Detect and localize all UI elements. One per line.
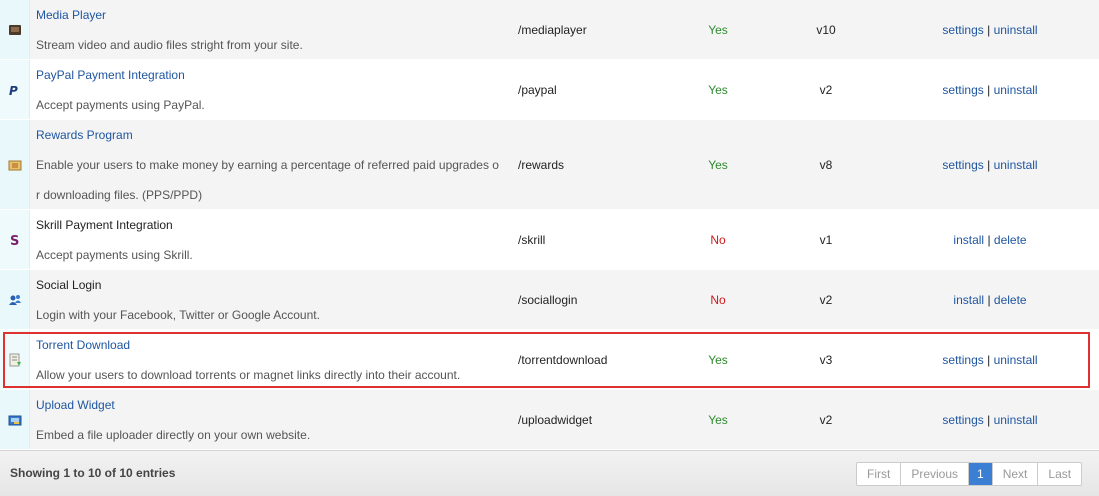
plugin-version: v2 [819, 293, 833, 307]
table-row: Rewards Program Enable your users to mak… [0, 120, 1099, 210]
pagination-last-button[interactable]: Last [1038, 463, 1081, 485]
plugin-active-status: Yes [708, 353, 728, 367]
plugin-actions: install | delete [900, 293, 1080, 307]
install-link[interactable]: install [953, 233, 984, 247]
delete-link[interactable]: delete [994, 233, 1027, 247]
table-row: Upload Widget Embed a file uploader dire… [0, 390, 1099, 450]
plugin-actions: settings | uninstall [900, 23, 1080, 37]
plugin-actions: settings | uninstall [900, 83, 1080, 97]
entries-info: Showing 1 to 10 of 10 entries [10, 466, 176, 480]
skrill-icon: S [10, 234, 19, 247]
plugin-description: Embed a file uploader directly on your o… [36, 428, 311, 442]
plugin-path: /skrill [518, 233, 546, 247]
plugin-path: /paypal [518, 83, 557, 97]
plugin-version: v2 [819, 83, 833, 97]
uninstall-link[interactable]: uninstall [994, 158, 1038, 172]
plugin-name: Social Login [36, 278, 102, 292]
svg-text:S: S [10, 234, 19, 247]
plugin-description: Stream video and audio files stright fro… [36, 38, 303, 52]
install-link[interactable]: install [953, 293, 984, 307]
uninstall-link[interactable]: uninstall [994, 353, 1038, 367]
row-icon-cell: S [0, 210, 30, 269]
settings-link[interactable]: settings [942, 23, 983, 37]
plugin-path: /torrentdownload [518, 353, 608, 367]
plugin-path: /uploadwidget [518, 413, 593, 427]
row-icon-cell [0, 390, 30, 449]
settings-link[interactable]: settings [942, 413, 983, 427]
plugin-actions: settings | uninstall [900, 413, 1080, 427]
plugin-active-status: Yes [708, 83, 728, 97]
row-icon-cell [0, 270, 30, 329]
uninstall-link[interactable]: uninstall [994, 413, 1038, 427]
plugin-description: Enable your users to make money by earni… [36, 158, 499, 172]
plugin-description: Login with your Facebook, Twitter or Goo… [36, 308, 320, 322]
plugin-name-link[interactable]: Torrent Download [36, 338, 130, 352]
settings-link[interactable]: settings [942, 158, 983, 172]
upload-widget-icon [8, 415, 22, 426]
plugin-active-status: Yes [708, 23, 728, 37]
table-footer: Showing 1 to 10 of 10 entries First Prev… [0, 450, 1099, 496]
row-icon-cell: P [0, 60, 30, 119]
table-row: Media Player Stream video and audio file… [0, 0, 1099, 60]
table-row: S Skrill Payment Integration Accept paym… [0, 210, 1099, 270]
table-row: Torrent Download Allow your users to dow… [0, 330, 1099, 390]
plugin-actions: settings | uninstall [900, 353, 1080, 367]
settings-link[interactable]: settings [942, 353, 983, 367]
plugin-name-link[interactable]: PayPal Payment Integration [36, 68, 185, 82]
plugin-name-link[interactable]: Rewards Program [36, 128, 133, 142]
plugin-description-continued: r downloading files. (PPS/PPD) [36, 188, 203, 202]
delete-link[interactable]: delete [994, 293, 1027, 307]
pagination: First Previous 1 Next Last [856, 462, 1083, 486]
paypal-icon: P [9, 84, 18, 97]
table-row: P PayPal Payment Integration Accept paym… [0, 60, 1099, 120]
plugin-active-status: Yes [708, 158, 728, 172]
media-player-icon [9, 25, 21, 35]
plugin-version: v2 [819, 413, 833, 427]
plugin-name-link[interactable]: Media Player [36, 8, 106, 22]
row-icon-cell [0, 120, 30, 209]
plugin-version: v1 [819, 233, 833, 247]
table-row: Social Login Login with your Facebook, T… [0, 270, 1099, 330]
plugin-active-status: No [710, 293, 726, 307]
plugin-description: Accept payments using PayPal. [36, 98, 205, 112]
plugin-path: /mediaplayer [518, 23, 587, 37]
plugin-version: v3 [819, 353, 833, 367]
plugin-description: Allow your users to download torrents or… [36, 368, 461, 382]
torrent-icon [9, 353, 21, 367]
svg-text:P: P [9, 84, 18, 97]
social-users-icon [9, 295, 21, 305]
pagination-previous-button[interactable]: Previous [901, 463, 970, 485]
row-icon-cell [0, 0, 30, 59]
plugin-actions: install | delete [900, 233, 1080, 247]
settings-link[interactable]: settings [942, 83, 983, 97]
plugin-active-status: Yes [708, 413, 728, 427]
plugin-version: v10 [816, 23, 836, 37]
row-icon-cell [0, 330, 30, 389]
pagination-page-1[interactable]: 1 [969, 463, 993, 485]
plugin-active-status: No [710, 233, 726, 247]
plugin-actions: settings | uninstall [900, 158, 1080, 172]
rewards-icon [8, 160, 22, 171]
uninstall-link[interactable]: uninstall [994, 83, 1038, 97]
pagination-next-button[interactable]: Next [993, 463, 1039, 485]
pagination-first-button[interactable]: First [857, 463, 902, 485]
plugin-path: /rewards [518, 158, 565, 172]
plugin-version: v8 [819, 158, 833, 172]
uninstall-link[interactable]: uninstall [994, 23, 1038, 37]
plugin-name: Skrill Payment Integration [36, 218, 173, 232]
plugin-description: Accept payments using Skrill. [36, 248, 193, 262]
plugin-name-link[interactable]: Upload Widget [36, 398, 115, 412]
plugin-path: /sociallogin [518, 293, 578, 307]
